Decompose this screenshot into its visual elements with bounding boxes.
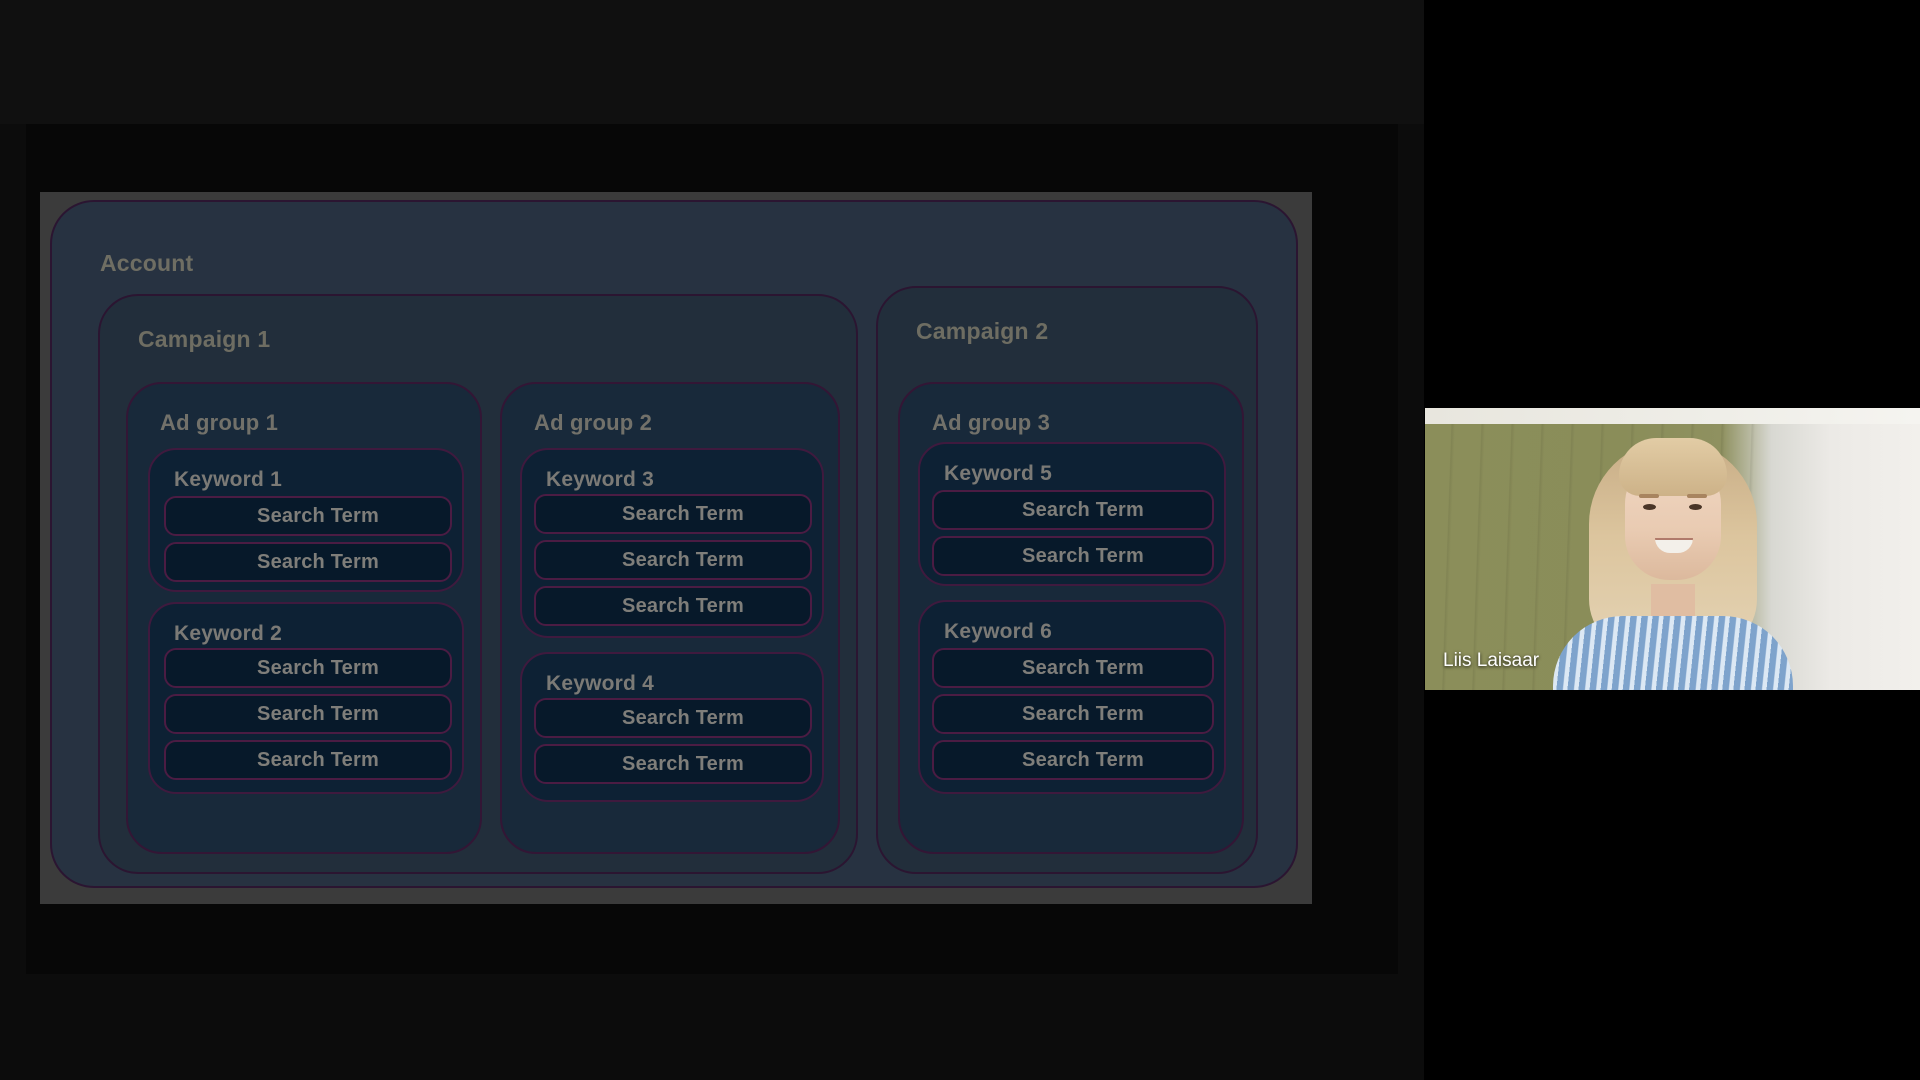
search-term-label: Search Term bbox=[257, 702, 379, 725]
keyword-label-1: Keyword 1 bbox=[174, 468, 282, 491]
participant-name-label: Liis Laisaar bbox=[1443, 650, 1540, 671]
participant-video-tile[interactable]: Liis Laisaar bbox=[1425, 408, 1920, 690]
search-term-label: Search Term bbox=[257, 748, 379, 771]
campaign-label-1: Campaign 1 bbox=[138, 326, 271, 352]
eyebrow-left bbox=[1638, 494, 1659, 498]
keyword-label-4: Keyword 4 bbox=[546, 672, 654, 695]
keyword-box-4: Keyword 4 Search Term Search Term bbox=[520, 652, 824, 802]
account-box: Account Campaign 1 Ad group 1 Keyword 1 … bbox=[50, 200, 1298, 888]
meeting-stage: Account Campaign 1 Ad group 1 Keyword 1 … bbox=[0, 0, 1920, 1080]
search-term-label: Search Term bbox=[622, 548, 744, 571]
keyword-label-5: Keyword 5 bbox=[944, 462, 1052, 485]
search-term-label: Search Term bbox=[622, 502, 744, 525]
adgroup-label-2: Ad group 2 bbox=[534, 410, 653, 435]
eyebrow-right bbox=[1686, 494, 1707, 498]
keyword-label-6: Keyword 6 bbox=[944, 620, 1052, 643]
search-term-box: Search Term bbox=[534, 744, 812, 784]
search-term-box: Search Term bbox=[164, 694, 452, 734]
wall-top-strip bbox=[1425, 408, 1920, 424]
search-term-label: Search Term bbox=[1022, 656, 1144, 679]
search-term-label: Search Term bbox=[257, 550, 379, 573]
eye-right bbox=[1688, 504, 1702, 510]
eye-left bbox=[1642, 504, 1656, 510]
campaign-box-1: Campaign 1 Ad group 1 Keyword 1 Search T… bbox=[98, 294, 858, 874]
search-term-label: Search Term bbox=[622, 752, 744, 775]
search-term-box: Search Term bbox=[932, 490, 1214, 530]
share-panel-top-strip bbox=[0, 0, 1424, 124]
keyword-box-5: Keyword 5 Search Term Search Term bbox=[918, 442, 1226, 586]
adgroup-label-3: Ad group 3 bbox=[932, 410, 1051, 435]
search-term-label: Search Term bbox=[1022, 498, 1144, 521]
search-term-box: Search Term bbox=[932, 536, 1214, 576]
keyword-label-2: Keyword 2 bbox=[174, 622, 282, 645]
search-term-label: Search Term bbox=[257, 656, 379, 679]
search-term-box: Search Term bbox=[534, 540, 812, 580]
keyword-label-3: Keyword 3 bbox=[546, 468, 654, 491]
presented-slide: Account Campaign 1 Ad group 1 Keyword 1 … bbox=[40, 192, 1312, 904]
search-term-box: Search Term bbox=[932, 694, 1214, 734]
search-term-label: Search Term bbox=[1022, 544, 1144, 567]
search-term-label: Search Term bbox=[622, 594, 744, 617]
campaign-label-2: Campaign 2 bbox=[916, 318, 1049, 344]
adgroup-box-3: Ad group 3 Keyword 5 Search Term Search … bbox=[898, 382, 1244, 854]
search-term-box: Search Term bbox=[164, 648, 452, 688]
keyword-box-2: Keyword 2 Search Term Search Term Search… bbox=[148, 602, 464, 794]
search-term-box: Search Term bbox=[164, 496, 452, 536]
search-term-box: Search Term bbox=[164, 542, 452, 582]
search-term-box: Search Term bbox=[534, 586, 812, 626]
search-term-box: Search Term bbox=[164, 740, 452, 780]
adgroup-label-1: Ad group 1 bbox=[160, 410, 279, 435]
keyword-box-1: Keyword 1 Search Term Search Term bbox=[148, 448, 464, 592]
campaign-box-2: Campaign 2 Ad group 3 Keyword 5 Search T… bbox=[876, 286, 1258, 874]
search-term-box: Search Term bbox=[534, 698, 812, 738]
search-term-label: Search Term bbox=[257, 504, 379, 527]
search-term-label: Search Term bbox=[1022, 702, 1144, 725]
keyword-box-6: Keyword 6 Search Term Search Term Search… bbox=[918, 600, 1226, 794]
adgroup-box-2: Ad group 2 Keyword 3 Search Term Search … bbox=[500, 382, 840, 854]
screen: Account Campaign 1 Ad group 1 Keyword 1 … bbox=[0, 0, 1920, 1080]
search-term-label: Search Term bbox=[622, 706, 744, 729]
hair-top bbox=[1618, 438, 1727, 496]
striped-shirt bbox=[1552, 616, 1793, 690]
search-term-box: Search Term bbox=[534, 494, 812, 534]
search-term-label: Search Term bbox=[1022, 748, 1144, 771]
search-term-box: Search Term bbox=[932, 740, 1214, 780]
keyword-box-3: Keyword 3 Search Term Search Term Search… bbox=[520, 448, 824, 638]
account-label: Account bbox=[100, 250, 194, 276]
search-term-box: Search Term bbox=[932, 648, 1214, 688]
adgroup-box-1: Ad group 1 Keyword 1 Search Term Search … bbox=[126, 382, 482, 854]
